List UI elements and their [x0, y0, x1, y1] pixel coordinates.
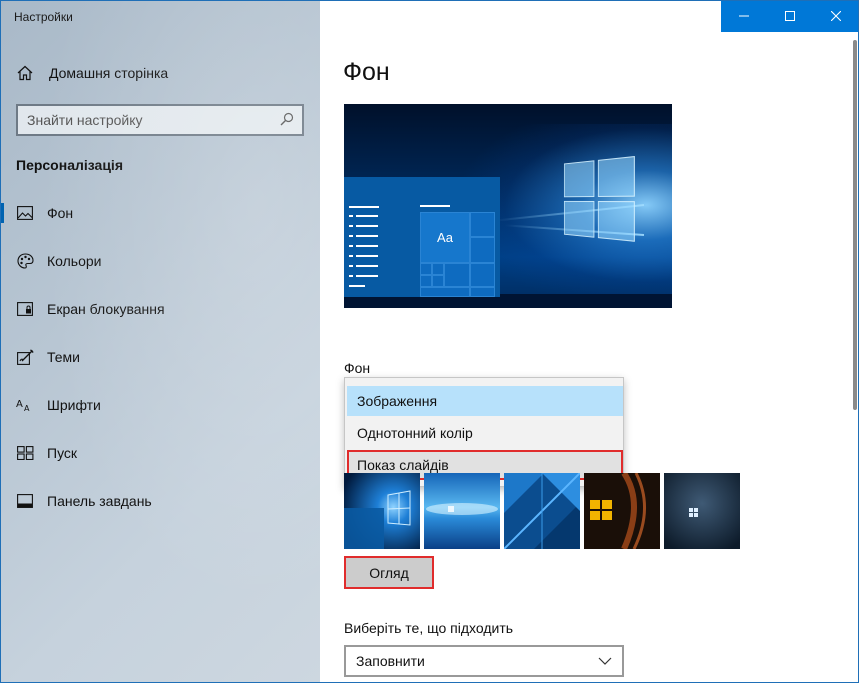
windows-logo-light [563, 155, 637, 245]
window-controls [721, 0, 859, 32]
search-input[interactable]: Знайти настройку [16, 104, 304, 136]
recent-picture-thumbnail[interactable] [344, 473, 420, 549]
recent-picture-thumbnail[interactable] [664, 473, 740, 549]
sidebar-item-colors[interactable]: Кольори [0, 241, 320, 281]
palette-icon [16, 252, 34, 270]
sidebar-item-label: Кольори [47, 253, 102, 269]
home-link[interactable]: Домашня сторінка [16, 63, 168, 83]
start-icon [16, 444, 34, 462]
fit-select[interactable]: Заповнити [344, 645, 624, 677]
background-preview: Aa [344, 104, 672, 308]
svg-text:A: A [16, 399, 23, 410]
sidebar-item-background[interactable]: Фон [0, 193, 320, 233]
maximize-icon [785, 11, 795, 21]
chevron-down-icon [598, 654, 612, 671]
background-type-label: Фон [344, 360, 371, 376]
svg-text:A: A [24, 404, 30, 412]
sidebar: Настройки Домашня сторінка Знайти настро… [0, 0, 320, 683]
section-title: Персоналізація [16, 157, 123, 173]
sidebar-item-label: Фон [47, 205, 74, 221]
fit-label: Виберіть те, що підходить [344, 620, 514, 636]
content-pane: Фон Aa Фон Зображення Однотонний колір П… [320, 0, 859, 683]
sidebar-item-taskbar[interactable]: Панель завдань [0, 481, 320, 521]
minimize-icon [739, 15, 749, 17]
sidebar-item-label: Теми [47, 349, 80, 365]
option-picture[interactable]: Зображення [347, 386, 623, 416]
themes-icon [16, 348, 34, 366]
background-type-dropdown[interactable]: Зображення Однотонний колір Показ слайді… [344, 377, 624, 487]
search-placeholder: Знайти настройку [27, 112, 143, 128]
fit-select-value: Заповнити [356, 653, 425, 669]
close-icon [831, 11, 841, 21]
page-title: Фон [343, 58, 390, 86]
home-label: Домашня сторінка [49, 65, 169, 81]
option-solid-color[interactable]: Однотонний колір [347, 418, 623, 448]
scrollbar[interactable] [853, 40, 857, 410]
preview-sample-tile: Aa [420, 212, 470, 263]
sidebar-item-label: Пуск [47, 445, 78, 461]
sidebar-item-label: Екран блокування [47, 301, 165, 317]
maximize-button[interactable] [767, 0, 813, 32]
picture-icon [16, 204, 34, 222]
app-title: Настройки [14, 10, 73, 24]
taskbar-icon [16, 492, 34, 510]
sidebar-item-fonts[interactable]: AA Шрифти [0, 385, 320, 425]
sidebar-item-label: Шрифти [47, 397, 101, 413]
sidebar-item-themes[interactable]: Теми [0, 337, 320, 377]
lock-screen-icon [16, 300, 34, 318]
minimize-button[interactable] [721, 0, 767, 32]
close-button[interactable] [813, 0, 859, 32]
search-icon[interactable] [280, 112, 294, 129]
recent-picture-thumbnail[interactable] [424, 473, 500, 549]
browse-button[interactable]: Огляд [344, 556, 434, 589]
fonts-icon: AA [16, 396, 34, 414]
recent-picture-thumbnail[interactable] [584, 473, 660, 549]
sidebar-item-start[interactable]: Пуск [0, 433, 320, 473]
home-icon [16, 64, 34, 82]
sidebar-item-lock-screen[interactable]: Екран блокування [0, 289, 320, 329]
preview-start-menu: Aa [344, 177, 500, 297]
recent-picture-thumbnail[interactable] [504, 473, 580, 549]
sidebar-item-label: Панель завдань [47, 493, 152, 509]
